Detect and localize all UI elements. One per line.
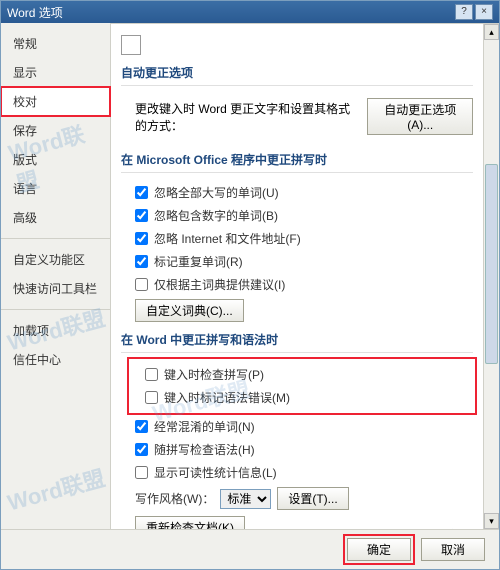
titlebar: Word 选项 ? ×: [1, 1, 499, 23]
writing-style-select[interactable]: 标准: [220, 489, 271, 509]
autocorrect-options-button[interactable]: 自动更正选项(A)...: [367, 98, 473, 135]
sidebar-item-addins[interactable]: 加载项: [1, 316, 110, 345]
sidebar-item-save[interactable]: 保存: [1, 116, 110, 145]
sidebar-separator: [1, 238, 110, 239]
label-grammar-with-spell: 随拼写检查语法(H): [154, 441, 255, 458]
section-office-header: 在 Microsoft Office 程序中更正拼写时: [121, 145, 473, 173]
recheck-document-button[interactable]: 重新检查文档(K): [135, 516, 245, 529]
label-check-spelling-typing: 键入时检查拼写(P): [164, 366, 264, 383]
dialog-body: Word联盟 Word联盟 Word联盟 常规 显示 校对 保存 版式 语言 高…: [1, 23, 499, 529]
cancel-button[interactable]: 取消: [421, 538, 485, 561]
watermark: Word联盟: [4, 461, 109, 518]
writing-style-label: 写作风格(W)：: [135, 490, 214, 507]
sidebar-item-proofing[interactable]: 校对: [1, 87, 110, 116]
checkbox-ignore-numbers[interactable]: [135, 209, 148, 222]
abc-icon: [121, 35, 141, 55]
checkbox-readability-stats[interactable]: [135, 466, 148, 479]
section-autocorrect-header: 自动更正选项: [121, 58, 473, 86]
checkbox-grammar-with-spell[interactable]: [135, 443, 148, 456]
sidebar-item-display[interactable]: 显示: [1, 58, 110, 87]
checkbox-main-dict-only[interactable]: [135, 278, 148, 291]
sidebar-item-trust-center[interactable]: 信任中心: [1, 345, 110, 374]
label-ignore-internet: 忽略 Internet 和文件地址(F): [154, 230, 301, 247]
titlebar-buttons: ? ×: [455, 4, 493, 20]
checkbox-check-spelling-typing[interactable]: [145, 368, 158, 381]
sidebar-item-language[interactable]: 语言: [1, 174, 110, 203]
label-ignore-numbers: 忽略包含数字的单词(B): [154, 207, 278, 224]
vertical-scrollbar[interactable]: ▴ ▾: [483, 24, 499, 529]
scroll-up-button[interactable]: ▴: [484, 24, 499, 40]
settings-button[interactable]: 设置(T)...: [277, 487, 348, 510]
label-main-dict-only: 仅根据主词典提供建议(I): [154, 276, 285, 293]
scroll-down-button[interactable]: ▾: [484, 513, 499, 529]
sidebar-item-quick-access[interactable]: 快速访问工具栏: [1, 274, 110, 303]
checkbox-ignore-internet[interactable]: [135, 232, 148, 245]
sidebar-item-layout[interactable]: 版式: [1, 145, 110, 174]
help-button[interactable]: ?: [455, 4, 473, 20]
autocorrect-intro-text: 更改键入时 Word 更正文字和设置其格式的方式：: [135, 100, 359, 134]
dialog-footer: 确定 取消: [1, 529, 499, 569]
label-flag-repeated: 标记重复单词(R): [154, 253, 243, 270]
ok-button[interactable]: 确定: [347, 538, 411, 561]
checkbox-flag-repeated[interactable]: [135, 255, 148, 268]
word-options-dialog: Word 选项 ? × Word联盟 Word联盟 Word联盟 常规 显示 校…: [0, 0, 500, 570]
custom-dictionaries-button[interactable]: 自定义词典(C)...: [135, 299, 244, 322]
dialog-title: Word 选项: [7, 4, 63, 21]
label-mark-grammar-typing: 键入时标记语法错误(M): [164, 389, 290, 406]
scroll-thumb[interactable]: [485, 164, 498, 364]
sidebar-item-general[interactable]: 常规: [1, 29, 110, 58]
label-ignore-uppercase: 忽略全部大写的单词(U): [154, 184, 279, 201]
sidebar: Word联盟 Word联盟 Word联盟 常规 显示 校对 保存 版式 语言 高…: [1, 23, 111, 529]
sidebar-separator: [1, 309, 110, 310]
checkbox-ignore-uppercase[interactable]: [135, 186, 148, 199]
section-word-header: 在 Word 中更正拼写和语法时: [121, 325, 473, 353]
checkbox-confused-words[interactable]: [135, 420, 148, 433]
label-confused-words: 经常混淆的单词(N): [154, 418, 255, 435]
checkbox-mark-grammar-typing[interactable]: [145, 391, 158, 404]
sidebar-item-customize-ribbon[interactable]: 自定义功能区: [1, 245, 110, 274]
label-readability-stats: 显示可读性统计信息(L): [154, 464, 277, 481]
close-button[interactable]: ×: [475, 4, 493, 20]
sidebar-item-advanced[interactable]: 高级: [1, 203, 110, 232]
content-pane: Word联盟 Word联盟 自动更正选项 更改键入时 Word 更正文字和设置其…: [111, 23, 499, 529]
